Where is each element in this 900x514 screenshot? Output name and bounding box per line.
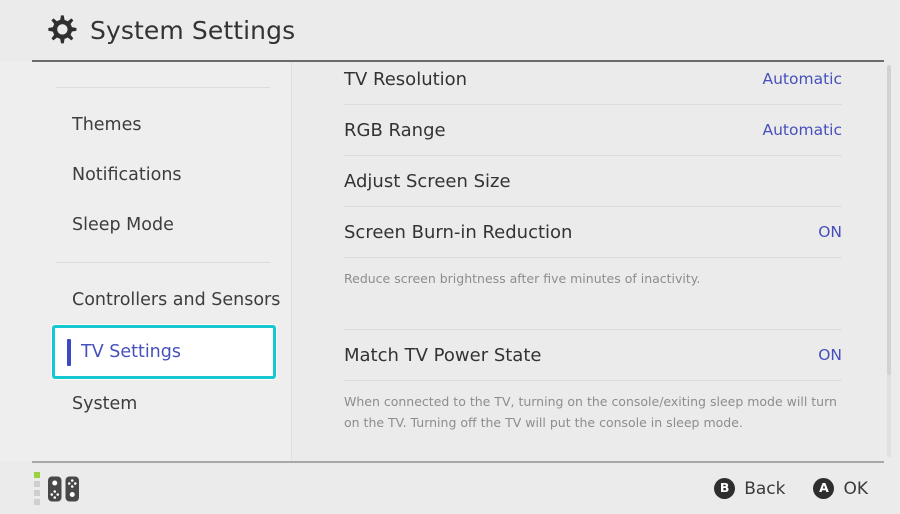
sidebar-item-label: Notifications: [72, 165, 182, 185]
setting-row-match-tv-power-state[interactable]: Match TV Power State ON: [292, 330, 900, 380]
joycon-icon: [48, 476, 79, 501]
sidebar-item-sleep-mode[interactable]: Sleep Mode: [0, 200, 291, 250]
settings-content-panel: TV Resolution Automatic RGB Range Automa…: [292, 61, 900, 461]
sidebar-item-label: TV Settings: [81, 342, 182, 362]
setting-label: Screen Burn-in Reduction: [344, 221, 573, 243]
setting-value: Automatic: [762, 70, 843, 88]
sidebar-item-notifications[interactable]: Notifications: [0, 150, 291, 200]
setting-description: Reduce screen brightness after five minu…: [344, 271, 701, 286]
setting-value: ON: [818, 346, 842, 365]
hint-label: OK: [843, 478, 868, 499]
button-hints: B Back A OK: [714, 478, 868, 499]
footer: B Back A OK: [0, 463, 900, 514]
controller-status: [34, 472, 81, 505]
sidebar-divider-2: [56, 262, 270, 263]
b-button-icon: B: [714, 478, 736, 499]
scrollbar[interactable]: [887, 65, 891, 457]
sidebar-item-label: System: [72, 394, 138, 414]
system-settings-screen: System Settings amiibo Themes Notificati…: [0, 0, 900, 514]
player-led-3: [34, 490, 40, 496]
setting-row-adjust-screen-size[interactable]: Adjust Screen Size: [292, 156, 900, 206]
selection-marker: [67, 338, 71, 366]
hint-label: Back: [744, 478, 786, 499]
setting-value: ON: [818, 223, 842, 241]
settings-rows: TV Resolution Automatic RGB Range Automa…: [292, 61, 900, 433]
header: System Settings: [0, 0, 900, 61]
sidebar-item-system[interactable]: System: [0, 379, 291, 429]
player-led-2: [34, 481, 40, 487]
sidebar-item-label: Controllers and Sensors: [72, 290, 281, 310]
player-led-4: [34, 499, 40, 505]
sidebar-divider-1: [56, 87, 270, 88]
sidebar-item-controllers-and-sensors[interactable]: Controllers and Sensors: [0, 275, 291, 325]
sidebar-item-label: Themes: [72, 115, 142, 135]
setting-row-screen-burn-in-reduction[interactable]: Screen Burn-in Reduction ON: [292, 207, 900, 257]
page-title: System Settings: [90, 16, 296, 45]
a-button-icon: A: [813, 478, 835, 499]
hint-back[interactable]: B Back: [714, 478, 785, 499]
sidebar-item-amiibo[interactable]: amiibo: [0, 61, 291, 75]
setting-label: TV Resolution: [344, 68, 468, 90]
footer-divider: [32, 461, 884, 463]
setting-label: Match TV Power State: [344, 344, 542, 366]
header-divider: [32, 60, 884, 62]
setting-description: When connected to the TV, turning on the…: [344, 394, 837, 430]
sidebar-item-themes[interactable]: Themes: [0, 100, 291, 150]
gear-icon: [48, 14, 77, 43]
player-led-indicators: [34, 472, 40, 505]
player-led-1: [34, 472, 40, 478]
sidebar: amiibo Themes Notifications Sleep Mode C…: [0, 61, 292, 461]
hint-ok[interactable]: A OK: [813, 478, 868, 499]
setting-row-tv-resolution[interactable]: TV Resolution Automatic: [292, 61, 900, 104]
sidebar-item-tv-settings[interactable]: TV Settings: [52, 325, 276, 379]
setting-value: Automatic: [762, 121, 843, 139]
setting-row-rgb-range[interactable]: RGB Range Automatic: [292, 105, 900, 155]
sidebar-list: amiibo Themes Notifications Sleep Mode C…: [0, 61, 291, 429]
setting-label: Adjust Screen Size: [344, 170, 511, 192]
setting-label: RGB Range: [344, 119, 446, 141]
scrollbar-thumb[interactable]: [887, 65, 891, 375]
body-area: amiibo Themes Notifications Sleep Mode C…: [0, 61, 900, 461]
sidebar-item-label: Sleep Mode: [72, 215, 174, 235]
